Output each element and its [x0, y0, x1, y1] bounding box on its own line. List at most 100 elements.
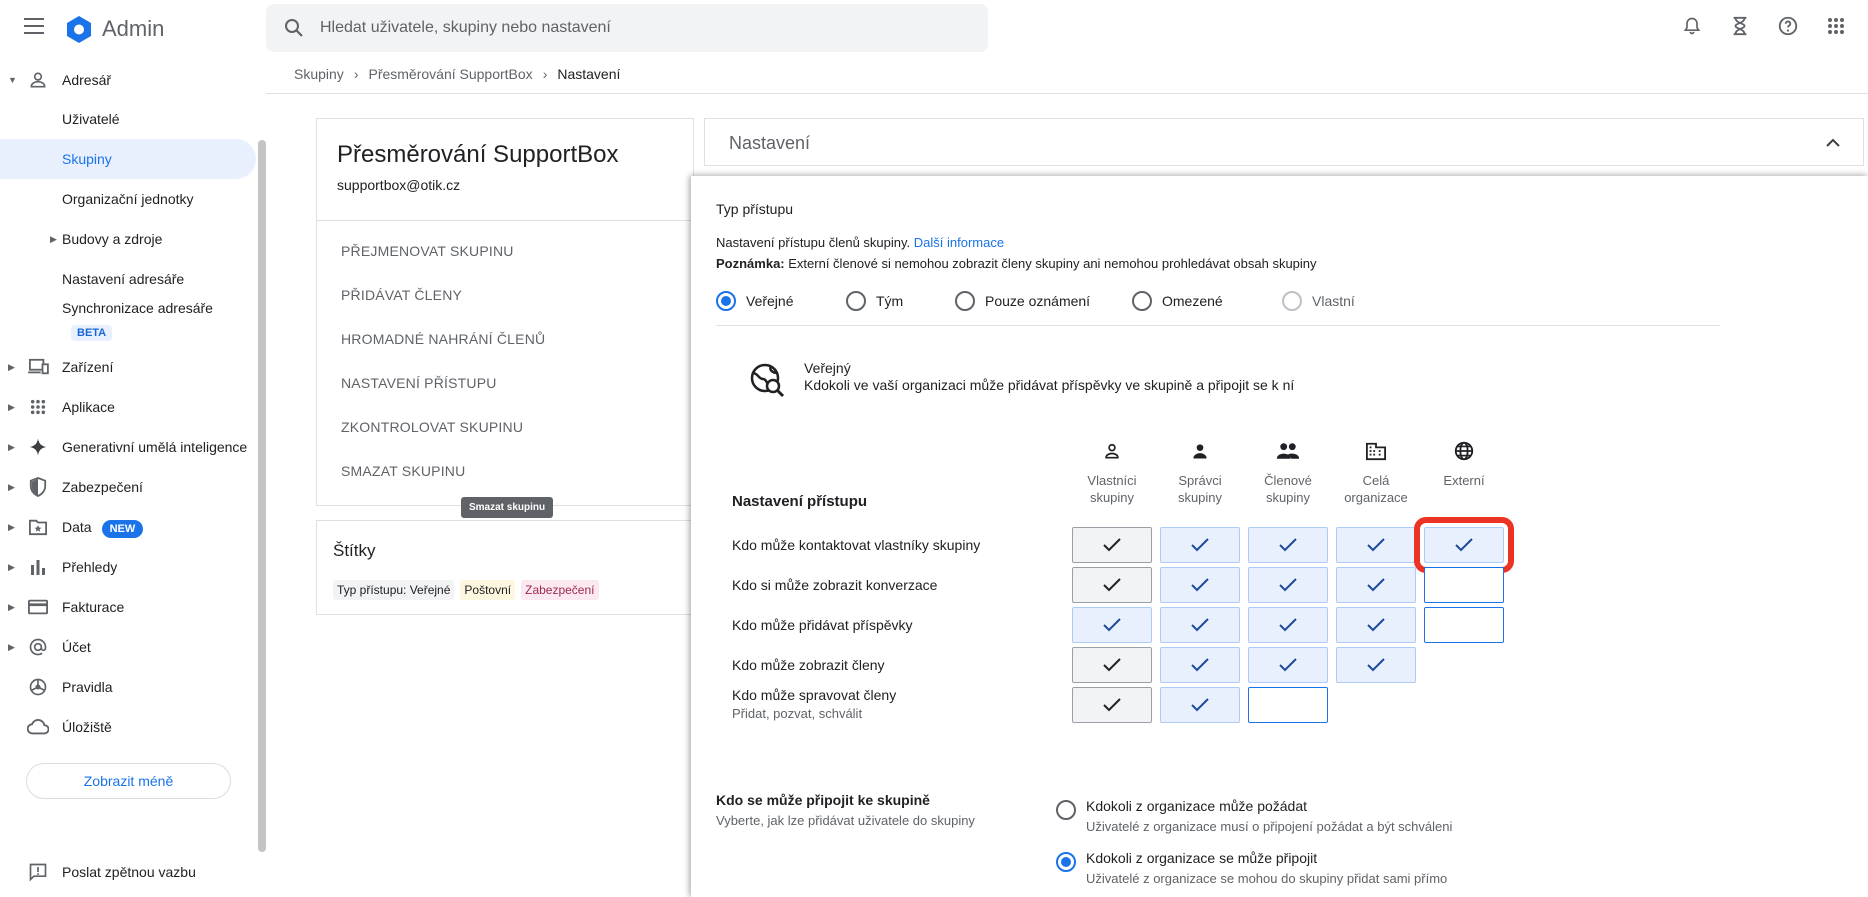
sidebar-item-directory-sync[interactable]: Synchronizace adresáře [0, 293, 256, 323]
app-title: Admin [102, 16, 165, 41]
cell-contact-owners-members[interactable] [1248, 527, 1328, 563]
sidebar-item-rules[interactable]: Pravidla [0, 667, 256, 707]
radio-public[interactable]: Veřejné [716, 289, 846, 313]
checkmark-icon [1103, 658, 1121, 672]
radio-label: Tým [876, 293, 904, 309]
caret-down-icon: ▼ [8, 75, 17, 85]
breadcrumb-group[interactable]: Přesměrování SupportBox [368, 66, 532, 82]
label-chip[interactable]: Typ přístupu: Veřejné [333, 580, 455, 600]
cell-contact-owners-organization[interactable] [1336, 527, 1416, 563]
sidebar-label: Pravidla [62, 679, 113, 695]
delete-group-action[interactable]: SMAZAT SKUPINU [341, 463, 465, 479]
radio-selected-icon [716, 291, 736, 311]
label-chip[interactable]: Zabezpečení [521, 580, 599, 600]
cell-view-conversations-organization[interactable] [1336, 567, 1416, 603]
people-icon [1248, 440, 1328, 462]
main-menu-icon[interactable] [24, 18, 44, 34]
chevron-up-icon[interactable] [1823, 133, 1843, 153]
person-outline-icon [1072, 440, 1152, 462]
breadcrumb-divider [266, 93, 1868, 94]
radio-label: Omezené [1162, 293, 1223, 309]
cell-post-managers[interactable] [1160, 607, 1240, 643]
sidebar-label: Účet [62, 639, 91, 655]
cell-contact-owners-owners[interactable] [1072, 527, 1152, 563]
sidebar-item-storage[interactable]: Úložiště [0, 707, 256, 747]
bulk-upload-members-action[interactable]: HROMADNÉ NAHRÁNÍ ČLENŮ [341, 331, 545, 347]
breadcrumb-groups[interactable]: Skupiny [294, 66, 344, 82]
sidebar-item-users[interactable]: Uživatelé [0, 99, 256, 139]
rename-group-action[interactable]: PŘEJMENOVAT SKUPINU [341, 243, 514, 259]
rules-wheel-icon [26, 675, 50, 699]
sidebar-item-data[interactable]: ▶ Data NEW [0, 507, 256, 547]
cell-manage-members-members[interactable] [1248, 687, 1328, 723]
cell-post-owners[interactable] [1072, 607, 1152, 643]
cell-view-conversations-members[interactable] [1248, 567, 1328, 603]
sidebar-item-security[interactable]: ▶ Zabezpečení [0, 467, 256, 507]
apps-grid-icon[interactable] [1824, 14, 1848, 38]
cell-view-members-owners[interactable] [1072, 647, 1152, 683]
notifications-bell-icon[interactable] [1680, 14, 1704, 38]
sidebar-item-org-units[interactable]: Organizační jednotky [0, 179, 256, 219]
radio-announcement-only[interactable]: Pouze oznámení [955, 289, 1132, 313]
sidebar-item-directory[interactable]: ▼ Adresář [0, 60, 256, 100]
access-settings-action[interactable]: NASTAVENÍ PŘÍSTUPU [341, 375, 497, 391]
learn-more-link[interactable]: Další informace [914, 235, 1004, 250]
group-title: Přesměrování SupportBox [337, 141, 619, 168]
label-chip[interactable]: Poštovní [460, 580, 516, 600]
cell-post-members[interactable] [1248, 607, 1328, 643]
radio-unselected-icon [846, 291, 866, 311]
sidebar-label-text: Data [62, 519, 92, 535]
cell-view-conversations-owners[interactable] [1072, 567, 1152, 603]
join-option-desc: Uživatelé z organizace se mohou do skupi… [1086, 871, 1448, 886]
cell-view-conversations-managers[interactable] [1160, 567, 1240, 603]
settings-section-header[interactable]: Nastavení [704, 118, 1864, 166]
sidebar-item-groups[interactable]: Skupiny [0, 139, 256, 179]
cell-contact-owners-managers[interactable] [1160, 527, 1240, 563]
radio-unselected-icon [1056, 800, 1076, 820]
radio-restricted[interactable]: Omezené [1132, 289, 1282, 313]
group-email: supportbox@otik.cz [337, 177, 461, 193]
access-settings-heading: Nastavení přístupu [732, 493, 868, 510]
caret-right-icon: ▶ [8, 361, 15, 372]
access-type-note: Poznámka: Externí členové si nemohou zob… [716, 256, 1317, 271]
cell-manage-members-managers[interactable] [1160, 687, 1240, 723]
add-members-action[interactable]: PŘIDÁVAT ČLENY [341, 287, 462, 303]
search-input[interactable] [320, 19, 920, 37]
radio-custom[interactable]: Vlastní [1282, 289, 1392, 313]
sidebar-item-apps[interactable]: ▶ Aplikace [0, 387, 256, 427]
cell-manage-members-owners[interactable] [1072, 687, 1152, 723]
sidebar-item-devices[interactable]: ▶ Zařízení [0, 347, 256, 387]
delete-group-tooltip: Smazat skupinu [461, 497, 554, 518]
send-feedback-button[interactable]: Poslat zpětnou vazbu [0, 852, 256, 892]
help-icon[interactable] [1776, 14, 1800, 38]
audit-group-action[interactable]: ZKONTROLOVAT SKUPINU [341, 419, 523, 435]
search-bar[interactable] [266, 4, 988, 52]
checkmark-icon [1191, 618, 1209, 632]
cell-post-external[interactable] [1424, 607, 1504, 643]
sidebar-item-buildings[interactable]: ▶ Budovy a zdroje [0, 219, 256, 259]
show-less-button[interactable]: Zobrazit méně [26, 763, 231, 799]
sidebar-item-reports[interactable]: ▶ Přehledy [0, 547, 256, 587]
cell-view-conversations-external[interactable] [1424, 567, 1504, 603]
sidebar-item-gen-ai[interactable]: ▶ Generativní umělá inteligence [0, 427, 256, 467]
join-option-desc: Uživatelé z organizace musí o připojení … [1086, 819, 1453, 834]
sidebar-scrollbar[interactable] [258, 140, 266, 852]
cell-view-members-managers[interactable] [1160, 647, 1240, 683]
sidebar-label: Budovy a zdroje [62, 231, 163, 247]
sparkle-icon [26, 435, 50, 459]
top-bar: Admin [0, 0, 1868, 56]
radio-label: Pouze oznámení [985, 293, 1091, 309]
cell-view-members-members[interactable] [1248, 647, 1328, 683]
admin-logo[interactable]: Admin [64, 14, 164, 44]
column-header-members: Členové skupiny [1248, 440, 1328, 506]
cell-view-members-organization[interactable] [1336, 647, 1416, 683]
cell-contact-owners-external[interactable] [1414, 517, 1514, 573]
join-heading: Kdo se může připojit ke skupině [716, 792, 930, 808]
sidebar-item-account[interactable]: ▶ Účet [0, 627, 256, 667]
radio-team[interactable]: Tým [846, 289, 955, 313]
cell-post-organization[interactable] [1336, 607, 1416, 643]
checkmark-icon [1279, 658, 1297, 672]
sidebar-item-billing[interactable]: ▶ Fakturace [0, 587, 256, 627]
checkmark-icon [1191, 698, 1209, 712]
tasks-hourglass-icon[interactable] [1728, 14, 1752, 38]
